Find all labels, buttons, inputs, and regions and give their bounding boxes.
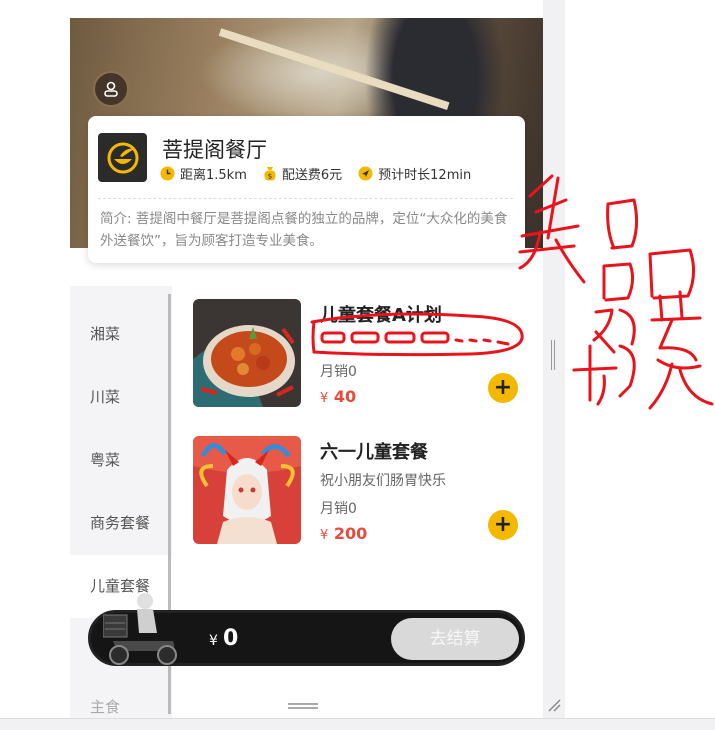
frame-side-panel xyxy=(543,0,565,718)
anime-poster-photo xyxy=(193,436,301,544)
delivery-fee-text: 配送费6元 xyxy=(281,168,343,183)
category-item-sichuan[interactable]: 川菜 xyxy=(70,366,172,429)
dish-image xyxy=(193,436,301,544)
bowl-logo-icon xyxy=(107,142,138,173)
restaurant-name: 菩提阁餐厅 xyxy=(162,138,267,162)
dish-price: ¥ 40 xyxy=(320,387,356,406)
card-divider xyxy=(98,198,513,199)
profile-button[interactable] xyxy=(93,71,129,107)
price-value: 200 xyxy=(333,524,368,543)
add-to-cart-button[interactable]: + xyxy=(488,510,518,540)
hero-decoration xyxy=(218,28,450,110)
restaurant-card: 菩提阁餐厅 距离1.5km $ 配送费6元 预计时长12min 简介: 菩提阁中… xyxy=(88,116,525,263)
restaurant-logo xyxy=(98,133,147,182)
corner-resize-icon[interactable] xyxy=(547,698,561,712)
restaurant-intro: 简介: 菩提阁中餐厅是菩提阁点餐的独立的品牌，定位“大众化的美食外送餐饮”，旨为… xyxy=(100,211,508,249)
dish-name: 六一儿童套餐 xyxy=(320,442,428,463)
price-value: 40 xyxy=(333,387,357,406)
side-resize-handle[interactable] xyxy=(551,340,555,370)
price-currency: ¥ xyxy=(320,528,329,543)
svg-text:$: $ xyxy=(268,173,272,181)
eta-text: 预计时长12min xyxy=(378,168,472,183)
distance-info: 距离1.5km xyxy=(160,164,247,183)
dish-name: 儿童套餐A计划 xyxy=(320,305,442,326)
window-bottom-bar xyxy=(0,718,715,730)
eta-info: 预计时长12min xyxy=(358,164,471,183)
category-item-cantonese[interactable]: 粤菜 xyxy=(70,429,172,492)
dish-sales: 月销0 xyxy=(320,364,357,380)
spicy-chicken-photo xyxy=(193,299,301,407)
dish-card[interactable]: 儿童套餐A计划 月销0 ¥ 40 + xyxy=(193,299,523,414)
add-to-cart-button[interactable]: + xyxy=(488,373,518,403)
money-bag-icon: $ xyxy=(264,167,276,181)
plus-icon: + xyxy=(493,512,513,537)
cart-currency: ¥ xyxy=(209,633,218,649)
dish-price: ¥ 200 xyxy=(320,524,367,543)
plus-icon: + xyxy=(493,375,513,400)
phone-frame: 菩提阁餐厅 距离1.5km $ 配送费6元 预计时长12min 简介: 菩提阁中… xyxy=(70,18,543,730)
dish-image xyxy=(193,299,301,407)
cart-amount: 0 xyxy=(223,626,239,651)
cart-total: ¥ 0 xyxy=(209,626,238,651)
dish-description: 祝小朋友们肠胃快乐 xyxy=(320,473,446,489)
checkout-button[interactable]: 去结算 xyxy=(391,618,519,660)
restaurant-meta: 距离1.5km $ 配送费6元 预计时长12min xyxy=(160,164,471,183)
delivery-fee-info: $ 配送费6元 xyxy=(263,164,342,183)
navigation-arrow-icon xyxy=(358,166,373,181)
delivery-rider-icon[interactable] xyxy=(103,593,183,669)
frame-resize-handle[interactable] xyxy=(288,703,318,709)
price-currency: ¥ xyxy=(320,391,329,406)
distance-text: 距离1.5km xyxy=(180,168,247,183)
clock-icon xyxy=(160,166,175,181)
category-item-business-set[interactable]: 商务套餐 xyxy=(70,492,172,555)
dish-card[interactable]: 六一儿童套餐 祝小朋友们肠胃快乐 月销0 ¥ 200 + xyxy=(193,436,523,551)
user-icon xyxy=(104,81,118,97)
category-item-hunan[interactable]: 湘菜 xyxy=(70,303,172,366)
cart-bar: ¥ 0 去结算 xyxy=(88,593,525,666)
dish-sales: 月销0 xyxy=(320,501,357,517)
